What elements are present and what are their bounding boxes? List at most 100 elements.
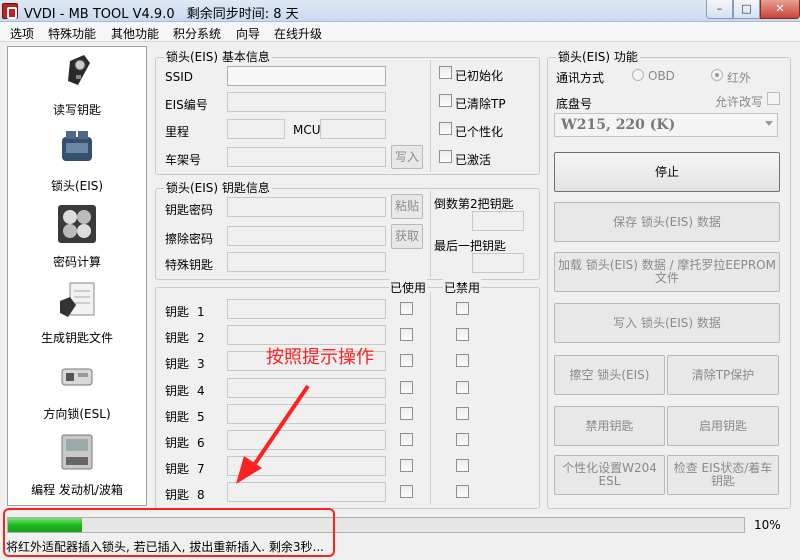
menu-bar: 选项 特殊功能 其他功能 积分系统 向导 在线升级 bbox=[0, 22, 800, 42]
minimize-button[interactable]: – bbox=[706, 0, 733, 19]
menu-options[interactable]: 选项 bbox=[10, 25, 34, 42]
nav-read-write-key[interactable]: 读写钥匙 bbox=[8, 49, 146, 125]
menu-special[interactable]: 特殊功能 bbox=[48, 25, 96, 42]
paste-button[interactable]: 粘贴 bbox=[391, 194, 423, 219]
chevron-down-icon bbox=[765, 121, 773, 126]
key-data-field[interactable] bbox=[227, 299, 386, 319]
special-key-field[interactable] bbox=[227, 252, 386, 272]
progress-percent: 10% bbox=[754, 518, 781, 532]
key-prefix: 钥匙 bbox=[165, 305, 190, 319]
key-label: 钥匙 1 bbox=[165, 303, 205, 320]
nav-generate-key-file[interactable]: 生成钥匙文件 bbox=[8, 277, 146, 353]
left-nav: 读写钥匙 锁头(EIS) 密码计算 生成钥匙文件 方向锁(ESL) 编程 发动机… bbox=[7, 46, 147, 506]
annotation-text: 按照提示操作 bbox=[266, 347, 374, 368]
obd-radio[interactable] bbox=[632, 69, 644, 81]
key-prefix: 钥匙 bbox=[165, 331, 190, 346]
app-name: VVDI - MB TOOL V4.9.0 bbox=[24, 7, 175, 22]
key-label: 钥匙 6 bbox=[165, 434, 205, 451]
nav-esl[interactable]: 方向锁(ESL) bbox=[8, 353, 146, 429]
annotation-highlight-box bbox=[3, 508, 335, 557]
allow-edit-checkbox[interactable] bbox=[767, 92, 780, 105]
mcu-field[interactable] bbox=[320, 119, 386, 139]
eis-number-field[interactable] bbox=[227, 92, 386, 112]
key-disabled-checkbox[interactable] bbox=[456, 354, 469, 368]
chassis-selected-value: W215, 220 (K) bbox=[561, 117, 676, 133]
obd-label: OBD bbox=[648, 69, 675, 83]
key-used-checkbox[interactable] bbox=[400, 380, 413, 394]
key-used-checkbox[interactable] bbox=[400, 328, 413, 342]
check-eis-status-button[interactable]: 检查 EIS状态/着车钥匙 bbox=[667, 455, 779, 495]
key-file-icon bbox=[60, 282, 95, 317]
key-disabled-checkbox[interactable] bbox=[456, 380, 469, 394]
eis-module-icon bbox=[62, 131, 92, 161]
key-used-checkbox[interactable] bbox=[400, 459, 413, 473]
mileage-field[interactable] bbox=[227, 119, 285, 139]
app-icon bbox=[2, 3, 18, 19]
key-label: 钥匙 8 bbox=[165, 486, 205, 503]
initialized-checkbox[interactable] bbox=[439, 66, 452, 79]
enable-key-button[interactable]: 启用钥匙 bbox=[667, 406, 779, 446]
nav-label: 方向锁(ESL) bbox=[43, 407, 111, 421]
save-eis-data-button[interactable]: 保存 锁头(EIS) 数据 bbox=[554, 202, 780, 242]
key-disabled-checkbox[interactable] bbox=[456, 433, 469, 446]
write-vin-button[interactable]: 写入 bbox=[391, 145, 423, 169]
vin-field[interactable] bbox=[227, 147, 386, 167]
last-key-field[interactable] bbox=[472, 253, 524, 273]
eis-number-label: EIS编号 bbox=[165, 98, 208, 112]
menu-update[interactable]: 在线升级 bbox=[274, 25, 322, 42]
key-label: 钥匙 3 bbox=[165, 355, 205, 372]
key-number: 4 bbox=[197, 383, 205, 398]
key-used-checkbox[interactable] bbox=[400, 354, 413, 368]
key-number: 1 bbox=[197, 305, 205, 319]
erase-eis-button[interactable]: 擦空 锁头(EIS) bbox=[554, 355, 665, 395]
menu-points[interactable]: 积分系统 bbox=[173, 25, 221, 42]
menu-other[interactable]: 其他功能 bbox=[111, 25, 159, 42]
second-last-key-field[interactable] bbox=[472, 211, 524, 231]
group-title: 锁头(EIS) 功能 bbox=[556, 50, 640, 64]
key-used-checkbox[interactable] bbox=[400, 485, 413, 499]
key-disabled-checkbox[interactable] bbox=[456, 406, 469, 420]
load-eis-file-button[interactable]: 加载 锁头(EIS) 数据 / 摩托罗拉EEPROM 文件 bbox=[554, 252, 780, 292]
key-prefix: 钥匙 bbox=[165, 383, 190, 398]
write-eis-data-button[interactable]: 写入 锁头(EIS) 数据 bbox=[554, 303, 780, 343]
car-key-icon bbox=[68, 55, 90, 85]
key-used-checkbox[interactable] bbox=[400, 433, 413, 446]
divider bbox=[430, 292, 431, 504]
chassis-select[interactable]: W215, 220 (K) bbox=[554, 113, 778, 137]
personalized-checkbox[interactable] bbox=[439, 122, 452, 135]
ssid-field[interactable] bbox=[227, 66, 386, 86]
nav-label: 读写钥匙 bbox=[52, 103, 101, 117]
last-key-label: 最后一把钥匙 bbox=[434, 239, 507, 253]
tp-cleared-checkbox[interactable] bbox=[439, 94, 452, 107]
sync-remaining: 剩余同步时间: 8 天 bbox=[186, 7, 299, 22]
key-number: 5 bbox=[197, 409, 205, 424]
menu-wizard[interactable]: 向导 bbox=[236, 25, 260, 42]
key-disabled-checkbox[interactable] bbox=[456, 459, 469, 473]
key-prefix: 钥匙 bbox=[165, 409, 190, 424]
title-bar: VVDI - MB TOOL V4.9.0 剩余同步时间: 8 天 – □ ✕ bbox=[0, 0, 800, 22]
erase-password-field[interactable] bbox=[227, 226, 386, 246]
nav-program-engine[interactable]: 编程 发动机/波箱 bbox=[8, 429, 146, 505]
disable-key-button[interactable]: 禁用钥匙 bbox=[554, 406, 665, 446]
stop-button[interactable]: 停止 bbox=[554, 152, 780, 192]
key-password-field[interactable] bbox=[227, 197, 386, 217]
key-disabled-checkbox[interactable] bbox=[456, 328, 469, 342]
key-used-checkbox[interactable] bbox=[400, 406, 413, 420]
maximize-button[interactable]: □ bbox=[733, 0, 760, 19]
chassis-label: 底盘号 bbox=[556, 97, 593, 111]
get-button[interactable]: 获取 bbox=[391, 224, 423, 249]
key-disabled-checkbox[interactable] bbox=[456, 302, 469, 315]
key-disabled-checkbox[interactable] bbox=[456, 485, 469, 499]
nav-eis[interactable]: 锁头(EIS) bbox=[8, 125, 146, 201]
key-used-checkbox[interactable] bbox=[400, 302, 413, 315]
infrared-label: 红外 bbox=[727, 71, 752, 85]
clear-tp-button[interactable]: 清除TP保护 bbox=[667, 355, 779, 395]
divider bbox=[430, 60, 431, 172]
nav-password-calc[interactable]: 密码计算 bbox=[8, 201, 146, 277]
personalize-esl-button[interactable]: 个性化设置W204 ESL bbox=[554, 455, 665, 495]
activated-label: 已激活 bbox=[455, 153, 492, 167]
activated-checkbox[interactable] bbox=[439, 150, 452, 163]
close-button[interactable]: ✕ bbox=[760, 0, 800, 19]
allow-edit-label: 允许改写 bbox=[715, 95, 764, 109]
infrared-radio[interactable] bbox=[711, 69, 723, 81]
